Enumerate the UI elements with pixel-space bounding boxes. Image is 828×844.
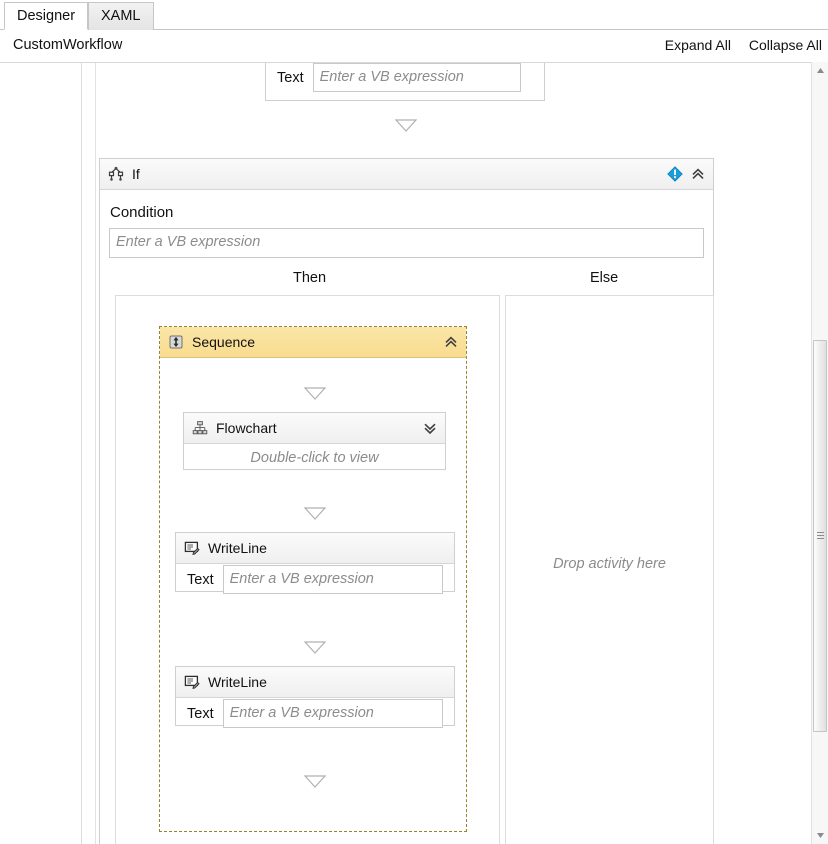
flowchart-activity-title: Flowchart: [216, 420, 277, 436]
connector-arrow-icon: [304, 387, 326, 400]
writeline-activity-1-text-label: Text: [187, 571, 214, 588]
if-activity-body: Condition Enter a VB expression Then Els…: [100, 190, 714, 844]
connector-arrow-icon: [395, 119, 417, 132]
info-badge-icon[interactable]: [667, 166, 683, 182]
writeline-activity-2-text-row: Text Enter a VB expression: [176, 698, 454, 729]
breadcrumb[interactable]: CustomWorkflow: [13, 37, 122, 53]
view-tabstrip: Designer XAML: [0, 0, 828, 30]
if-activity-header[interactable]: If: [100, 159, 713, 190]
writeline-activity-2-text-label: Text: [187, 705, 214, 722]
writeline-activity-1-title: WriteLine: [208, 540, 267, 556]
writeline-activity-1-header[interactable]: WriteLine: [176, 533, 454, 564]
sequence-icon: [168, 334, 184, 350]
writeline-activity-2-text-input[interactable]: Enter a VB expression: [222, 699, 443, 728]
sequence-activity-header[interactable]: Sequence: [160, 327, 466, 358]
condition-label: Condition: [110, 204, 174, 221]
tab-designer[interactable]: Designer: [4, 2, 89, 30]
writeline-activity-1[interactable]: WriteLine Text Enter a VB expression: [175, 532, 455, 595]
writeline-activity-top[interactable]: Text Enter a VB expression: [265, 63, 545, 101]
tab-designer-label: Designer: [17, 8, 76, 24]
scroll-up-button[interactable]: [812, 62, 828, 79]
triangle-down-icon: [816, 833, 824, 838]
writeline-activity-1-text-row: Text Enter a VB expression: [176, 564, 454, 595]
designer-canvas[interactable]: Text Enter a VB expression If Condition …: [0, 62, 828, 844]
sequence-activity-title: Sequence: [192, 334, 256, 350]
flowchart-activity-header[interactable]: Flowchart: [184, 413, 445, 444]
canvas-left-gutter: [0, 63, 82, 844]
sequence-activity[interactable]: Sequence Flowchart Double-click to view …: [159, 326, 467, 832]
expand-all-button[interactable]: Expand All: [665, 37, 731, 53]
flowchart-expand-chevron-double-down-icon[interactable]: [421, 420, 439, 436]
else-branch-panel[interactable]: Drop activity here: [505, 295, 714, 844]
if-collapse-chevron-double-up-icon[interactable]: [689, 166, 707, 182]
command-links: Expand All Collapse All: [651, 37, 822, 53]
connector-arrow-icon: [304, 775, 326, 788]
canvas-vertical-scrollbar[interactable]: [811, 62, 828, 844]
if-activity-title: If: [132, 166, 140, 182]
then-branch-panel[interactable]: Sequence Flowchart Double-click to view …: [115, 295, 500, 844]
triangle-up-icon: [816, 68, 824, 73]
sequence-activity-body: Flowchart Double-click to view WriteLine…: [160, 358, 466, 832]
workflow-designer-window: Designer XAML CustomWorkflow Expand All …: [0, 0, 828, 844]
writeline-icon: [184, 540, 200, 556]
flowchart-icon: [192, 420, 208, 436]
scroll-down-button[interactable]: [812, 827, 828, 844]
flowchart-activity[interactable]: Flowchart Double-click to view: [183, 412, 446, 470]
writeline-text-row: Text Enter a VB expression: [277, 63, 521, 92]
else-drop-activity-hint: Drop activity here: [553, 556, 666, 572]
connector-arrow-icon: [304, 507, 326, 520]
writeline-activity-2-header[interactable]: WriteLine: [176, 667, 454, 698]
writeline-activity-2[interactable]: WriteLine Text Enter a VB expression: [175, 666, 455, 729]
command-bar: CustomWorkflow Expand All Collapse All: [0, 30, 828, 62]
then-label: Then: [293, 270, 327, 286]
connector-arrow-icon: [304, 641, 326, 654]
tab-xaml-label: XAML: [101, 8, 141, 24]
condition-input[interactable]: Enter a VB expression: [109, 228, 704, 258]
writeline-activity-1-text-input[interactable]: Enter a VB expression: [222, 565, 443, 594]
if-branches: Sequence Flowchart Double-click to view …: [109, 295, 714, 844]
else-label: Else: [590, 270, 619, 286]
if-branch-icon: [108, 166, 124, 182]
writeline-activity-2-title: WriteLine: [208, 674, 267, 690]
scroll-thumb-grip: [817, 532, 824, 540]
writeline-text-label: Text: [277, 69, 304, 86]
if-activity[interactable]: If Condition Enter a VB expression Then …: [99, 158, 714, 844]
branch-labels: Then Else: [109, 267, 704, 293]
flowchart-double-click-hint: Double-click to view: [250, 450, 379, 466]
scroll-thumb[interactable]: [813, 340, 827, 732]
sequence-collapse-chevron-double-up-icon[interactable]: [442, 334, 460, 350]
writeline-text-input[interactable]: Enter a VB expression: [312, 63, 521, 92]
writeline-icon: [184, 674, 200, 690]
tab-xaml[interactable]: XAML: [88, 2, 154, 30]
canvas-divider: [95, 63, 96, 844]
collapse-all-button[interactable]: Collapse All: [749, 37, 822, 53]
